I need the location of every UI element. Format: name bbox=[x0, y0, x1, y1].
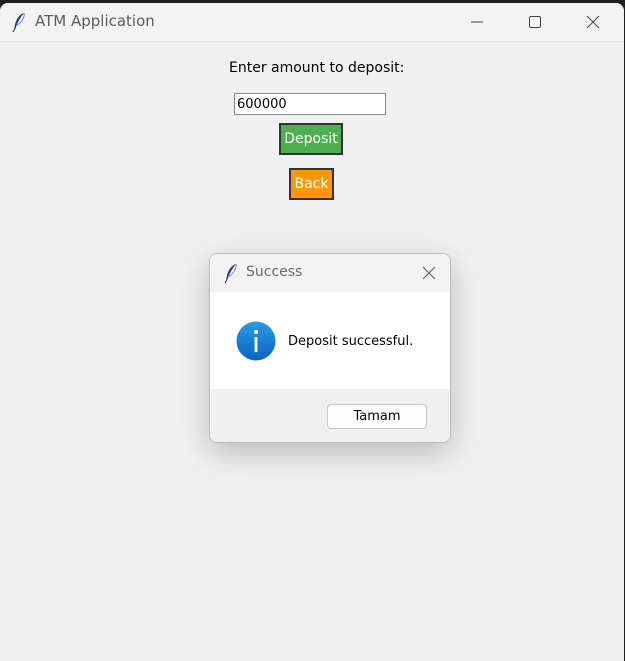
window-title: ATM Application bbox=[35, 12, 155, 30]
dialog-message: Deposit successful. bbox=[288, 334, 414, 349]
amount-input[interactable] bbox=[234, 93, 386, 115]
dialog-title-bar[interactable]: Success bbox=[210, 254, 450, 292]
close-button[interactable] bbox=[564, 3, 622, 41]
maximize-button[interactable] bbox=[506, 3, 564, 41]
success-dialog: Success Deposit successful. Tamam bbox=[209, 253, 451, 443]
ok-button[interactable]: Tamam bbox=[327, 404, 427, 429]
feather-icon bbox=[12, 12, 25, 32]
maximize-icon bbox=[529, 16, 541, 28]
deposit-prompt-label: Enter amount to deposit: bbox=[229, 60, 405, 76]
deposit-button[interactable]: Deposit bbox=[279, 123, 343, 155]
title-bar[interactable]: ATM Application bbox=[0, 3, 624, 42]
atm-window: ATM Application Enter amount to deposit:… bbox=[0, 3, 624, 661]
dialog-close-button[interactable] bbox=[410, 254, 450, 292]
minimize-icon bbox=[471, 21, 483, 23]
dialog-body: Deposit successful. bbox=[210, 292, 450, 389]
info-icon bbox=[236, 321, 276, 361]
minimize-button[interactable] bbox=[448, 3, 506, 41]
feather-icon bbox=[224, 263, 237, 283]
close-icon bbox=[422, 266, 436, 280]
back-button[interactable]: Back bbox=[289, 168, 334, 200]
dialog-title: Success bbox=[246, 264, 303, 280]
close-icon bbox=[586, 15, 600, 29]
